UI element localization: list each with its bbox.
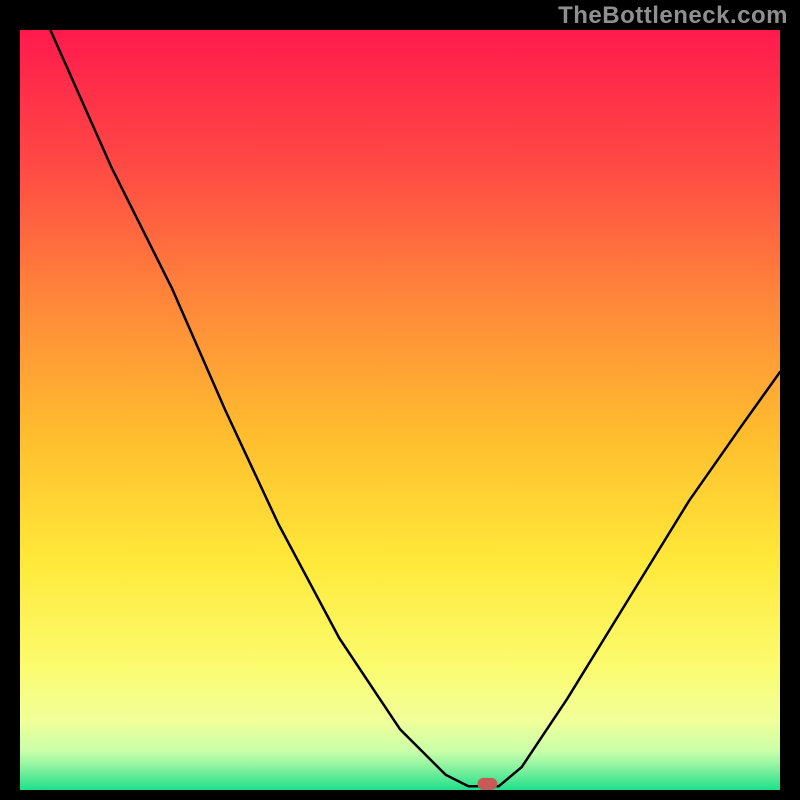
gradient-background bbox=[20, 30, 780, 790]
chart-frame: TheBottleneck.com bbox=[0, 0, 800, 800]
optimum-marker bbox=[477, 778, 497, 790]
bottleneck-chart bbox=[20, 30, 780, 790]
watermark-text: TheBottleneck.com bbox=[558, 2, 788, 30]
